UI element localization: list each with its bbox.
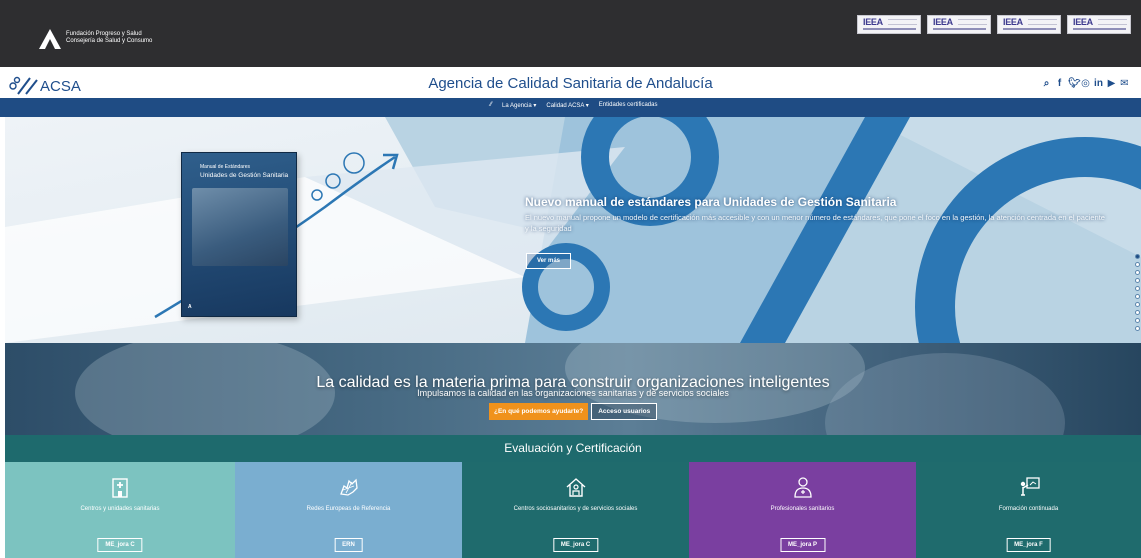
ieea-badge[interactable]: IEEA bbox=[927, 15, 991, 34]
slider-dot[interactable] bbox=[1134, 286, 1140, 291]
house-person-icon bbox=[566, 478, 585, 497]
card-button[interactable]: ME_jora P bbox=[779, 538, 826, 552]
card-redes-europeas[interactable]: Redes Europeas de Referencia ERN bbox=[235, 462, 462, 558]
ieea-badge-label: IEEA bbox=[1073, 17, 1093, 27]
card-profesionales-sanitarios[interactable]: Profesionales sanitarios ME_jora P bbox=[689, 462, 916, 558]
main-nav: ⁄⁄ La Agencia ▾ Calidad ACSA ▾ Entidades… bbox=[0, 98, 1141, 117]
ieea-badge-label: IEEA bbox=[1003, 17, 1023, 27]
slider-dot[interactable] bbox=[1134, 270, 1140, 275]
ieea-badge[interactable]: IEEA bbox=[1067, 15, 1131, 34]
card-formacion-continuada[interactable]: Formación continuada ME_jora F bbox=[916, 462, 1141, 558]
twitter-icon[interactable]: 🐦︎ bbox=[1068, 78, 1081, 89]
mail-icon[interactable]: ✉ bbox=[1120, 78, 1129, 89]
help-button[interactable]: ¿En qué podemos ayudarte? bbox=[489, 403, 589, 420]
nav-item-calidad-acsa[interactable]: Calidad ACSA ▾ bbox=[546, 102, 588, 109]
hospital-icon bbox=[112, 478, 128, 498]
top-bar: Fundación Progreso y Salud Consejería de… bbox=[0, 0, 1141, 67]
card-button[interactable]: ME_jora F bbox=[1006, 538, 1051, 552]
youtube-icon[interactable]: ▶ bbox=[1107, 78, 1116, 89]
nav-item-entidades-certificadas[interactable]: Entidades certificadas bbox=[599, 102, 658, 109]
slider-dot[interactable] bbox=[1134, 254, 1140, 259]
ieea-badge-label: IEEA bbox=[863, 17, 883, 27]
slider-pagination bbox=[1133, 254, 1141, 331]
ver-mas-button[interactable]: Ver más bbox=[526, 253, 571, 269]
card-title: Profesionales sanitarios bbox=[770, 506, 835, 512]
card-centros-sociosanitarios[interactable]: Centros sociosanitarios y de servicios s… bbox=[462, 462, 689, 558]
linkedin-icon[interactable]: in bbox=[1094, 78, 1103, 89]
ieea-badge[interactable]: IEEA bbox=[997, 15, 1061, 34]
teacher-board-icon bbox=[1020, 477, 1040, 496]
book-title-small: Manual de Estándares bbox=[200, 164, 251, 170]
book-footer-logo-icon: A bbox=[188, 304, 192, 310]
europe-map-icon bbox=[339, 478, 358, 496]
org-name[interactable]: Fundación Progreso y Salud Consejería de… bbox=[66, 31, 152, 45]
manual-cover-image[interactable]: Manual de Estándares Unidades de Gestión… bbox=[181, 152, 297, 317]
section-title: Evaluación y Certificación bbox=[504, 441, 642, 455]
card-button[interactable]: ME_jora C bbox=[552, 538, 599, 552]
card-title: Redes Europeas de Referencia bbox=[306, 506, 391, 512]
facebook-icon[interactable]: f bbox=[1055, 78, 1064, 89]
ieea-badge-label: IEEA bbox=[933, 17, 953, 27]
hero-slider: Manual de Estándares Unidades de Gestión… bbox=[5, 117, 1141, 343]
org-line-2: Consejería de Salud y Consumo bbox=[66, 38, 153, 44]
search-icon[interactable]: ⌕ bbox=[1042, 78, 1051, 89]
hero-title: Nuevo manual de estándares para Unidades… bbox=[525, 195, 897, 209]
site-title: Agencia de Calidad Sanitaria de Andalucí… bbox=[428, 75, 713, 92]
section-header: Evaluación y Certificación bbox=[5, 435, 1141, 462]
social-links: ⌕ f 🐦︎ ◎ in ▶ ✉ bbox=[1042, 78, 1129, 89]
slider-dot[interactable] bbox=[1134, 326, 1140, 331]
card-centros-sanitarios[interactable]: Centros y unidades sanitarias ME_jora C bbox=[5, 462, 235, 558]
user-access-button[interactable]: Acceso usuarios bbox=[591, 403, 658, 420]
fundacion-logo-icon[interactable] bbox=[38, 28, 62, 50]
site-header: ACSA Agencia de Calidad Sanitaria de And… bbox=[0, 67, 1141, 98]
slider-dot[interactable] bbox=[1134, 310, 1140, 315]
card-button[interactable]: ME_jora C bbox=[97, 538, 143, 552]
book-photo bbox=[192, 188, 288, 266]
card-title: Formación continuada bbox=[998, 506, 1059, 512]
book-title: Unidades de Gestión Sanitaria bbox=[200, 172, 289, 179]
card-button[interactable]: ERN bbox=[334, 538, 363, 552]
card-title: Centros y unidades sanitarias bbox=[80, 506, 160, 512]
slider-dot[interactable] bbox=[1134, 278, 1140, 283]
nav-item-la-agencia[interactable]: La Agencia ▾ bbox=[502, 102, 536, 109]
home-icon[interactable]: ⁄⁄ bbox=[490, 102, 492, 109]
doctor-icon bbox=[793, 477, 812, 498]
slider-dot[interactable] bbox=[1134, 318, 1140, 323]
card-title: Centros sociosanitarios y de servicios s… bbox=[513, 506, 638, 512]
quality-banner: La calidad es la materia prima para cons… bbox=[5, 343, 1141, 435]
banner-subtitle: Impulsamos la calidad en las organizacio… bbox=[417, 388, 729, 398]
certification-cards: Centros y unidades sanitarias ME_jora C … bbox=[5, 462, 1141, 558]
instagram-icon[interactable]: ◎ bbox=[1081, 78, 1090, 89]
slider-dot[interactable] bbox=[1134, 294, 1140, 299]
hero-description: El nuevo manual propone un modelo de cer… bbox=[525, 213, 1105, 233]
ieea-badge[interactable]: IEEA bbox=[857, 15, 921, 34]
slider-dot[interactable] bbox=[1134, 302, 1140, 307]
org-line-1: Fundación Progreso y Salud bbox=[66, 31, 142, 37]
slider-dot[interactable] bbox=[1134, 262, 1140, 267]
ieea-badges: IEEA IEEA IEEA IEEA bbox=[857, 15, 1131, 34]
